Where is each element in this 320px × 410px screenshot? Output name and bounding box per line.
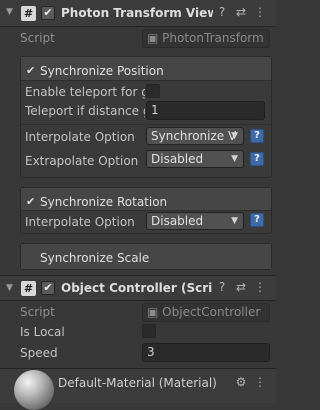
pos-interpolate-dropdown[interactable]: Synchronize V ▼ — [146, 127, 244, 145]
is-local-label: Is Local — [20, 325, 65, 339]
sync-position-label: Synchronize Position — [40, 64, 164, 78]
ptv-script-icon: ▣ — [147, 31, 159, 45]
pos-interpolate-help-icon[interactable]: ? — [250, 129, 264, 143]
rot-interpolate-help-icon[interactable]: ? — [250, 213, 264, 227]
speed-input[interactable]: 3 — [142, 343, 270, 362]
oc-component-icon: # — [21, 281, 36, 296]
sync-scale-label: Synchronize Scale — [40, 251, 150, 265]
pos-extrapolate-value: Disabled — [151, 152, 204, 166]
pos-interpolate-value: Synchronize V — [151, 129, 237, 143]
ptv-help-icon[interactable]: ? — [214, 5, 230, 19]
oc-header-divider — [0, 300, 276, 301]
rot-interpolate-value: Disabled — [151, 214, 204, 228]
oc-enabled-checkbox[interactable]: ✔ — [41, 281, 55, 295]
ptv-script-value: PhotonTransform — [162, 31, 264, 45]
oc-script-label: Script — [20, 305, 55, 319]
ptv-presets-icon[interactable]: ⇄ — [233, 5, 249, 19]
ptv-component-icon: # — [21, 6, 36, 21]
chevron-down-icon: ▼ — [231, 216, 238, 226]
sync-rotation-label: Synchronize Rotation — [40, 195, 168, 209]
is-local-checkbox[interactable] — [142, 324, 156, 338]
material-settings-icon[interactable]: ⚙ — [233, 375, 249, 389]
speed-label: Speed — [20, 346, 58, 360]
teleport-distance-label: Teleport if distance g — [25, 104, 145, 118]
oc-script-field: ▣ ObjectController — [142, 303, 270, 322]
oc-script-icon: ▣ — [147, 305, 159, 319]
oc-script-value: ObjectController — [162, 305, 261, 319]
ptv-more-icon[interactable]: ⋮ — [253, 5, 267, 19]
oc-title: Object Controller (Script) — [61, 281, 213, 295]
ptv-enabled-checkbox[interactable]: ✔ — [41, 6, 55, 20]
oc-presets-icon[interactable]: ⇄ — [233, 280, 249, 294]
material-preview-sphere[interactable] — [14, 370, 54, 410]
material-title: Default-Material (Material) — [58, 376, 217, 390]
ptv-header-divider — [0, 26, 276, 27]
oc-fold-icon[interactable]: ▼ — [6, 283, 13, 293]
ptv-script-label: Script — [20, 31, 55, 45]
enable-teleport-checkbox[interactable] — [146, 84, 160, 98]
chevron-down-icon: ▼ — [231, 131, 238, 141]
pos-extrapolate-dropdown[interactable]: Disabled ▼ — [146, 150, 244, 168]
oc-help-icon[interactable]: ? — [214, 280, 230, 294]
rot-interpolate-dropdown[interactable]: Disabled ▼ — [146, 212, 244, 230]
teleport-distance-input[interactable]: 1 — [146, 101, 265, 120]
ptv-script-field: ▣ PhotonTransform — [142, 29, 270, 48]
material-more-icon[interactable]: ⋮ — [253, 375, 267, 389]
pos-extrapolate-label: Extrapolate Option — [25, 154, 139, 168]
ptv-title: Photon Transform View C — [61, 6, 213, 20]
sync-position-check-icon[interactable]: ✔ — [26, 64, 35, 77]
enable-teleport-label: Enable teleport for gre — [25, 85, 145, 99]
rot-interpolate-label: Interpolate Option — [25, 215, 135, 229]
ptv-fold-icon[interactable]: ▼ — [6, 7, 13, 17]
pos-extrapolate-help-icon[interactable]: ? — [250, 152, 264, 166]
sync-rotation-check-icon[interactable]: ✔ — [26, 195, 35, 208]
oc-more-icon[interactable]: ⋮ — [253, 280, 267, 294]
sync-position-divider — [21, 124, 271, 125]
chevron-down-icon: ▼ — [231, 154, 238, 164]
pos-interpolate-label: Interpolate Option — [25, 130, 135, 144]
